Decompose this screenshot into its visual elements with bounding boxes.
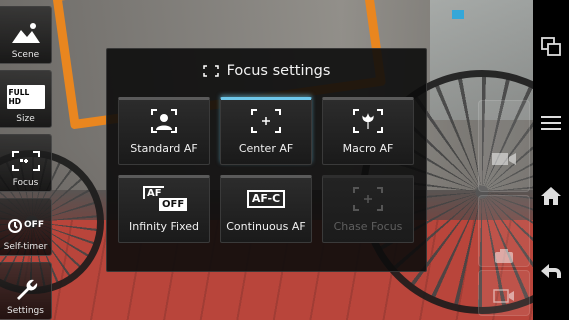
video-mode-icon — [492, 153, 516, 165]
wrench-icon — [7, 276, 45, 302]
option-standard-af[interactable]: Standard AF — [118, 97, 210, 165]
timer-icon: OFF — [7, 212, 45, 238]
option-label: Infinity Fixed — [129, 220, 199, 233]
focus-button[interactable]: Focus — [0, 134, 52, 192]
focus-bracket-icon — [202, 65, 219, 77]
settings-button[interactable]: Settings — [0, 262, 52, 320]
settings-label: Settings — [7, 306, 44, 316]
recent-apps-icon[interactable] — [538, 34, 564, 60]
option-center-af[interactable]: Center AF — [220, 97, 312, 165]
option-macro-af[interactable]: Macro AF — [322, 97, 414, 165]
option-label: Continuous AF — [226, 220, 306, 233]
size-button[interactable]: FULL HD Size — [0, 70, 52, 128]
size-badge: FULL HD — [6, 85, 45, 109]
focus-label: Focus — [12, 178, 39, 188]
system-nav-bar — [533, 0, 569, 320]
record-button[interactable] — [478, 270, 530, 316]
self-timer-button[interactable]: OFF Self-timer — [0, 198, 52, 256]
option-label: Center AF — [238, 142, 294, 155]
focus-frame-icon — [7, 148, 45, 174]
macro-af-icon — [353, 106, 383, 136]
scene-button[interactable]: Scene — [0, 6, 52, 64]
status-indicator — [452, 10, 464, 19]
camera-mode-strip: Scene FULL HD Size Focus OFF Self-timer … — [0, 0, 53, 320]
option-label: Macro AF — [342, 142, 394, 155]
infinity-off-badge: OFF — [159, 198, 188, 211]
home-icon[interactable] — [538, 183, 564, 209]
record-icon — [493, 289, 514, 303]
dialog-title-text: Focus settings — [226, 63, 331, 79]
shutter-icon — [495, 249, 513, 263]
dialog-title: Focus settings — [107, 63, 426, 79]
scene-icon — [7, 20, 45, 46]
menu-icon[interactable] — [538, 110, 564, 136]
shutter-button[interactable] — [478, 195, 530, 267]
timer-badge: OFF — [24, 220, 44, 230]
full-hd-icon: FULL HD — [6, 84, 45, 110]
camera-controls — [472, 0, 533, 320]
back-icon[interactable] — [538, 258, 564, 284]
size-label: Size — [16, 114, 35, 124]
option-label: Standard AF — [130, 142, 198, 155]
chase-focus-icon — [353, 184, 383, 214]
center-af-icon — [251, 106, 281, 136]
continuous-af-icon: AF-C — [245, 184, 287, 214]
focus-settings-dialog: Focus settings Standard AF Center AF Mac… — [106, 48, 427, 272]
standard-af-icon — [151, 106, 177, 136]
option-chase-focus: Chase Focus — [322, 175, 414, 243]
video-mode-button[interactable] — [478, 100, 530, 192]
continuous-af-sub: AF-C — [246, 190, 286, 208]
option-label: Chase Focus — [333, 220, 403, 233]
option-continuous-af[interactable]: AF-C Continuous AF — [220, 175, 312, 243]
self-timer-label: Self-timer — [3, 242, 48, 252]
infinity-fixed-icon: AF OFF — [141, 184, 188, 214]
option-infinity-fixed[interactable]: AF OFF Infinity Fixed — [118, 175, 210, 243]
scene-label: Scene — [11, 50, 40, 60]
